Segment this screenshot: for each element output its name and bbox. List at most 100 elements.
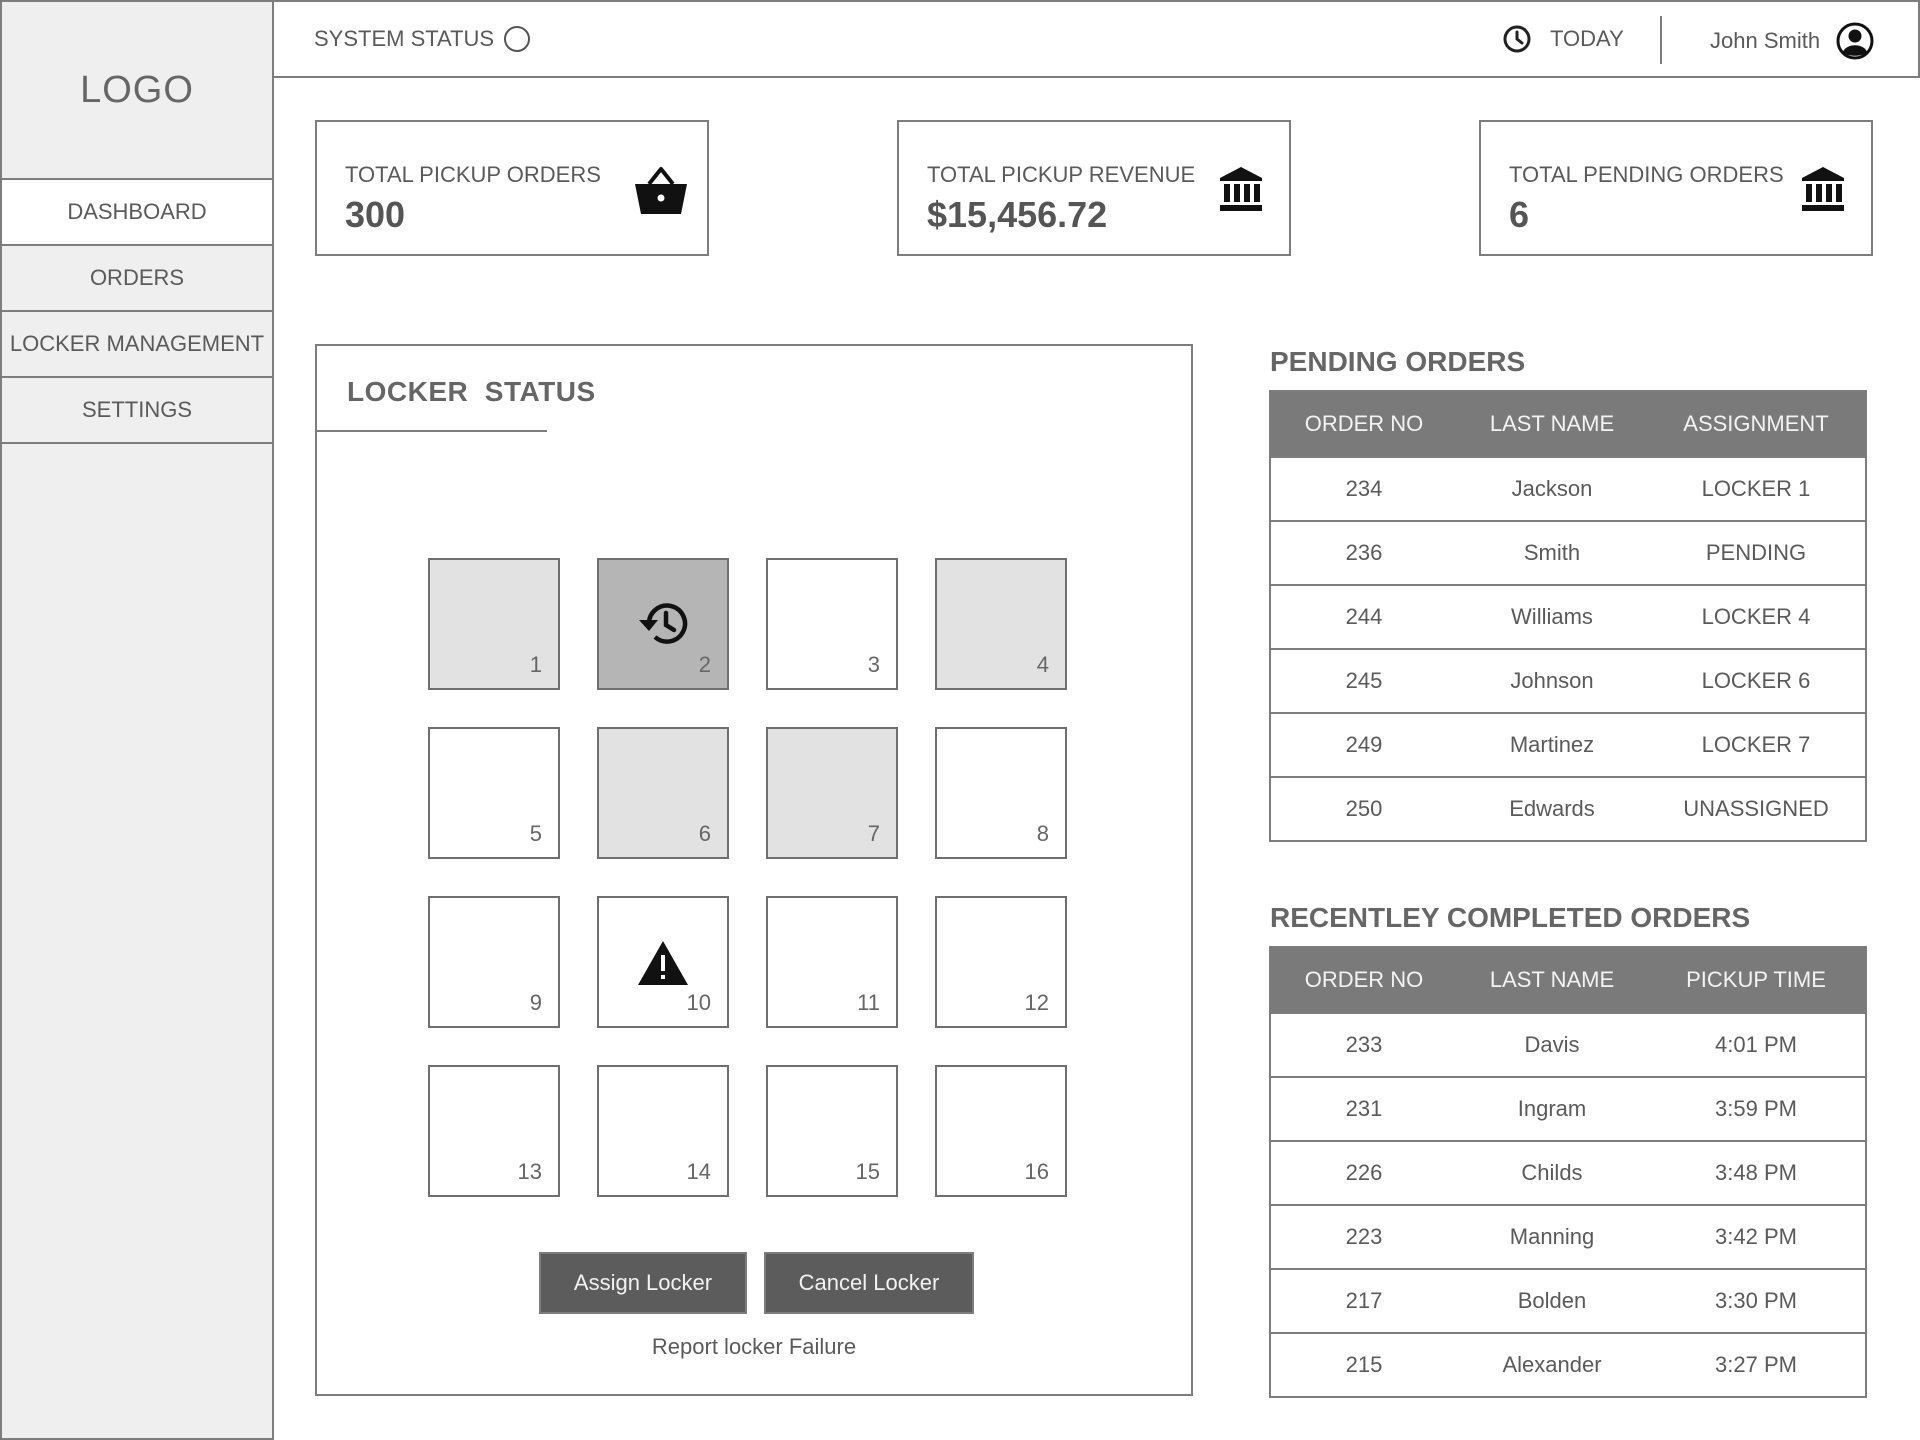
assignment-cell: PENDING [1705, 540, 1807, 565]
table-row[interactable]: 244 Williams LOCKER 4 [1271, 584, 1865, 648]
total-pickup-orders-card: TOTAL PICKUP ORDERS 300 [315, 120, 709, 256]
user-avatar-icon [1836, 22, 1874, 60]
order-no-cell: 236 [1345, 540, 1383, 565]
assignment-cell: LOCKER 1 [1701, 476, 1811, 501]
cancel-locker-button[interactable]: Cancel Locker [764, 1252, 974, 1314]
user-menu[interactable]: John Smith [1710, 22, 1874, 60]
order-no-cell: 215 [1345, 1352, 1383, 1377]
report-locker-failure-link[interactable]: Report locker Failure [317, 1334, 1191, 1360]
bank-icon [1802, 167, 1844, 211]
locker-13[interactable]: 13 [428, 1065, 560, 1197]
pending-orders-title: PENDING ORDERS [1270, 346, 1526, 377]
locker-number: 9 [529, 990, 542, 1015]
completed-orders-title: RECENTLEY COMPLETED ORDERS [1270, 902, 1751, 933]
last-name-cell: Ingram [1517, 1096, 1587, 1121]
history-icon [639, 603, 688, 644]
locker-number: 8 [1036, 821, 1049, 846]
locker-6[interactable]: 6 [597, 727, 729, 859]
table-row[interactable]: 245 Johnson LOCKER 6 [1271, 648, 1865, 712]
last-name-cell: Jackson [1511, 476, 1593, 501]
column-header: LAST NAME [1489, 967, 1615, 992]
total-pickup-revenue-card: TOTAL PICKUP REVENUE $15,456.72 [897, 120, 1291, 256]
pending-orders-table: ORDER NO LAST NAME ASSIGNMENT 234 Jackso… [1269, 390, 1867, 842]
locker-1[interactable]: 1 [428, 558, 560, 690]
total-pickup-orders-value: 300 [345, 194, 406, 235]
pickup-time-cell: 3:42 PM [1715, 1224, 1797, 1249]
warning-icon [638, 941, 688, 985]
total-pickup-orders-label: TOTAL PICKUP ORDERS [345, 162, 601, 187]
pickup-time-cell: 3:30 PM [1715, 1288, 1797, 1313]
table-row[interactable]: 217 Bolden 3:30 PM [1271, 1268, 1865, 1332]
locker-7[interactable]: 7 [766, 727, 898, 859]
clock-icon [1503, 25, 1531, 53]
sidebar-divider [2, 442, 272, 444]
table-row[interactable]: 236 Smith PENDING [1271, 520, 1865, 584]
sidebar: LOGO DASHBOARD ORDERS LOCKER MANAGEMENT … [0, 0, 274, 1440]
total-pickup-revenue-label: TOTAL PICKUP REVENUE [927, 162, 1196, 187]
last-name-cell: Davis [1524, 1032, 1580, 1057]
column-header: ORDER NO [1304, 967, 1424, 992]
completed-orders-table: ORDER NO LAST NAME PICKUP TIME 233 Davis… [1269, 946, 1867, 1398]
order-no-cell: 245 [1345, 668, 1383, 693]
locker-10[interactable]: 10 [597, 896, 729, 1028]
table-header: ORDER NO LAST NAME ASSIGNMENT [1271, 392, 1865, 456]
order-no-cell: 231 [1345, 1096, 1383, 1121]
assignment-cell: LOCKER 4 [1701, 604, 1811, 629]
last-name-cell: Childs [1521, 1160, 1583, 1185]
last-name-cell: Martinez [1509, 732, 1595, 757]
table-row[interactable]: 231 Ingram 3:59 PM [1271, 1076, 1865, 1140]
locker-3[interactable]: 3 [766, 558, 898, 690]
sidebar-item-orders[interactable]: ORDERS [2, 244, 272, 310]
locker-number: 15 [855, 1159, 880, 1184]
order-no-cell: 217 [1345, 1288, 1383, 1313]
locker-16[interactable]: 16 [935, 1065, 1067, 1197]
locker-12[interactable]: 12 [935, 896, 1067, 1028]
today-button[interactable]: TODAY [1502, 24, 1624, 54]
locker-9[interactable]: 9 [428, 896, 560, 1028]
locker-2[interactable]: 2 [597, 558, 729, 690]
sidebar-item-locker-management[interactable]: LOCKER MANAGEMENT [2, 310, 272, 376]
user-name: John Smith [1710, 28, 1821, 53]
pickup-time-cell: 3:59 PM [1715, 1096, 1797, 1121]
column-header: PICKUP TIME [1686, 967, 1826, 992]
sidebar-item-dashboard[interactable]: DASHBOARD [2, 178, 272, 244]
locker-number: 12 [1024, 990, 1049, 1015]
title-underline [317, 430, 547, 432]
basket-icon [635, 167, 687, 214]
table-row[interactable]: 234 Jackson LOCKER 1 [1271, 456, 1865, 520]
table-row[interactable]: 223 Manning 3:42 PM [1271, 1204, 1865, 1268]
column-header: LAST NAME [1489, 411, 1615, 436]
locker-11[interactable]: 11 [766, 896, 898, 1028]
locker-14[interactable]: 14 [597, 1065, 729, 1197]
last-name-cell: Bolden [1517, 1288, 1587, 1313]
table-row[interactable]: 226 Childs 3:48 PM [1271, 1140, 1865, 1204]
bank-icon [1220, 167, 1262, 211]
order-no-cell: 233 [1345, 1032, 1383, 1057]
table-row[interactable]: 233 Davis 4:01 PM [1271, 1012, 1865, 1076]
locker-number: 1 [529, 652, 542, 677]
locker-8[interactable]: 8 [935, 727, 1067, 859]
total-pickup-revenue-value: $15,456.72 [927, 194, 1108, 235]
today-label: TODAY [1550, 26, 1624, 51]
locker-number: 11 [857, 990, 880, 1015]
locker-15[interactable]: 15 [766, 1065, 898, 1197]
table-row[interactable]: 250 Edwards UNASSIGNED [1271, 776, 1865, 840]
column-header: ORDER NO [1304, 411, 1424, 436]
sidebar-item-settings[interactable]: SETTINGS [2, 376, 272, 442]
pickup-time-cell: 3:27 PM [1715, 1352, 1797, 1377]
locker-5[interactable]: 5 [428, 727, 560, 859]
last-name-cell: Edwards [1509, 796, 1595, 821]
table-row[interactable]: 249 Martinez LOCKER 7 [1271, 712, 1865, 776]
assignment-cell: UNASSIGNED [1683, 796, 1829, 821]
table-row[interactable]: 215 Alexander 3:27 PM [1271, 1332, 1865, 1396]
assign-locker-button[interactable]: Assign Locker [539, 1252, 747, 1314]
order-no-cell: 234 [1345, 476, 1383, 501]
locker-number: 2 [698, 652, 711, 677]
locker-number: 6 [698, 821, 711, 846]
last-name-cell: Johnson [1510, 668, 1594, 693]
total-pending-orders-card: TOTAL PENDING ORDERS 6 [1479, 120, 1873, 256]
assignment-cell: LOCKER 7 [1701, 732, 1811, 757]
locker-number: 3 [867, 652, 880, 677]
locker-status-panel: LOCKER STATUS 1 2 3 4 5 6 7 8 9 10 11 12… [315, 344, 1193, 1396]
locker-4[interactable]: 4 [935, 558, 1067, 690]
